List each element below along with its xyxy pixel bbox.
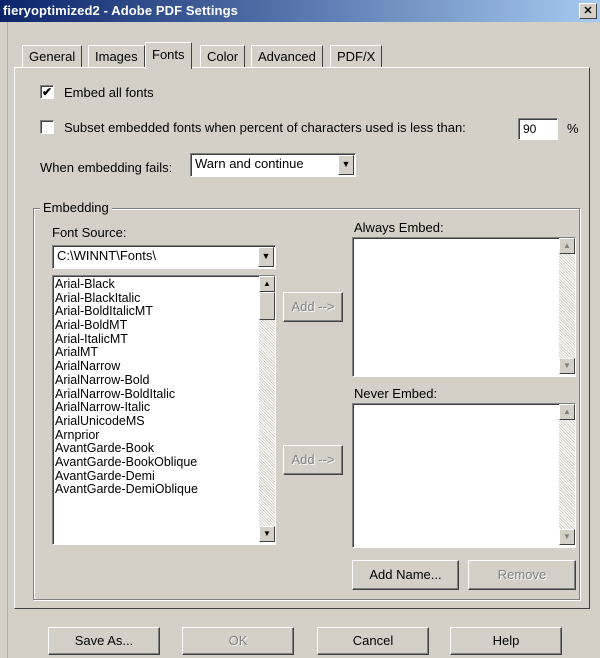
never-embed-scrollbar[interactable]: ▲ ▼ — [559, 404, 575, 545]
font-list-scrollbar[interactable]: ▲ ▼ — [259, 276, 275, 542]
font-list-item[interactable]: Arial-BoldItalicMT — [53, 305, 253, 319]
font-list-items: Arial-Black Arial-BlackItalic Arial-BoldIt… — [53, 277, 253, 497]
cancel-button[interactable]: Cancel — [317, 627, 429, 655]
font-list-item[interactable]: AvantGarde-Demi — [53, 469, 253, 484]
font-source-label: Font Source: — [52, 225, 127, 240]
when-fails-label: When embedding fails: — [40, 160, 173, 175]
percent-unit-label: % — [567, 121, 579, 136]
add-name-button[interactable]: Add Name... — [352, 560, 459, 590]
scroll-thumb[interactable] — [259, 292, 275, 320]
tab-color[interactable]: Color — [200, 45, 246, 68]
never-embed-label: Never Embed: — [354, 386, 438, 401]
when-fails-value: Warn and continue — [195, 156, 304, 171]
font-source-dropdown[interactable]: C:\WINNT\Fonts\ ▼ — [52, 245, 276, 269]
check-mark-icon: ✔ — [41, 85, 53, 99]
font-list-item[interactable]: Arnprior — [53, 428, 253, 443]
font-list-item[interactable]: ArialMT — [53, 346, 253, 360]
font-list-item[interactable]: AvantGarde-BookOblique — [53, 455, 253, 470]
always-embed-label: Always Embed: — [354, 220, 444, 235]
scroll-up-icon[interactable]: ▲ — [559, 404, 575, 420]
embed-all-label: Embed all fonts — [64, 85, 154, 100]
font-list-item[interactable]: ArialNarrow — [53, 359, 253, 374]
tab-label: General — [29, 49, 76, 64]
always-embed-list[interactable]: ▲ ▼ — [352, 237, 576, 377]
font-list-item[interactable]: AvantGarde-DemiOblique — [53, 483, 253, 497]
title-bar: fieryoptimized2 - Adobe PDF Settings ✕ — [0, 0, 600, 22]
tab-fonts[interactable]: Fonts — [145, 42, 192, 69]
tab-label: Fonts — [152, 47, 185, 62]
font-list-item[interactable]: ArialNarrow-Bold — [53, 373, 253, 388]
remove-button[interactable]: Remove — [468, 560, 576, 590]
chevron-down-icon[interactable]: ▼ — [258, 247, 274, 267]
never-embed-list[interactable]: ▲ ▼ — [352, 403, 576, 548]
tab-general[interactable]: General — [22, 45, 83, 68]
always-embed-scrollbar[interactable]: ▲ ▼ — [559, 238, 575, 374]
embedding-group-title: Embedding — [40, 200, 112, 215]
font-list-item[interactable]: ArialNarrow-Italic — [53, 400, 253, 415]
close-button[interactable]: ✕ — [579, 3, 597, 19]
scroll-down-icon[interactable]: ▼ — [559, 358, 575, 374]
subset-label: Subset embedded fonts when percent of ch… — [64, 120, 466, 135]
font-list-item[interactable]: ArialNarrow-BoldItalic — [53, 387, 253, 402]
font-source-value: C:\WINNT\Fonts\ — [57, 248, 156, 263]
tab-label: Images — [95, 49, 138, 64]
scroll-down-icon[interactable]: ▼ — [559, 529, 575, 545]
font-list[interactable]: Arial-Black Arial-BlackItalic Arial-BoldIt… — [52, 275, 276, 545]
tab-pdfx[interactable]: PDF/X — [330, 45, 383, 68]
add-always-embed-button[interactable]: Add --> — [283, 292, 343, 322]
scroll-down-icon[interactable]: ▼ — [259, 526, 275, 542]
tab-label: Advanced — [258, 49, 316, 64]
font-list-item[interactable]: ArialUnicodeMS — [53, 414, 253, 429]
add-never-embed-button[interactable]: Add --> — [283, 445, 343, 475]
tab-label: Color — [207, 49, 239, 64]
font-list-item[interactable]: Arial-BlackItalic — [53, 291, 253, 306]
scroll-up-icon[interactable]: ▲ — [259, 276, 275, 292]
ok-button[interactable]: OK — [182, 627, 294, 655]
font-list-item[interactable]: Arial-BoldMT — [53, 318, 253, 333]
tab-label: PDF/X — [337, 49, 376, 64]
chevron-down-icon[interactable]: ▼ — [338, 155, 354, 175]
subset-checkbox[interactable] — [40, 120, 54, 134]
subset-percent-input[interactable]: 90 — [518, 118, 558, 140]
help-button[interactable]: Help — [450, 627, 562, 655]
save-as-button[interactable]: Save As... — [48, 627, 160, 655]
scroll-up-icon[interactable]: ▲ — [559, 238, 575, 254]
font-list-item[interactable]: Arial-ItalicMT — [53, 332, 253, 347]
tab-advanced[interactable]: Advanced — [251, 45, 323, 68]
font-list-item[interactable]: Arial-Black — [53, 277, 253, 292]
window-left-edge — [0, 22, 8, 658]
embed-all-checkbox[interactable]: ✔ — [40, 85, 54, 99]
when-fails-dropdown[interactable]: Warn and continue ▼ — [190, 153, 356, 177]
tab-images[interactable]: Images — [88, 45, 145, 68]
font-list-item[interactable]: AvantGarde-Book — [53, 442, 253, 456]
window-title: fieryoptimized2 - Adobe PDF Settings — [3, 3, 238, 18]
